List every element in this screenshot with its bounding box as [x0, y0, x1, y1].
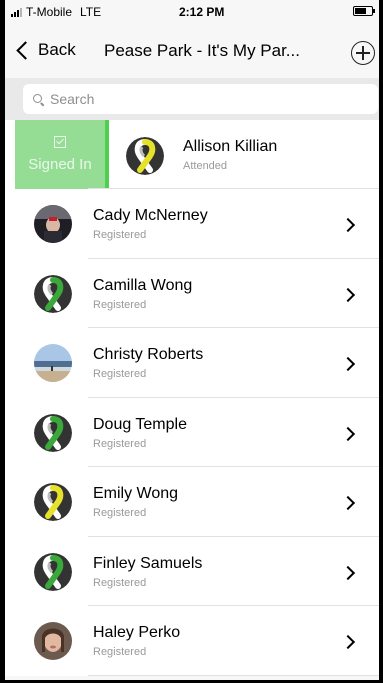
list-item[interactable]: Camilla Wong Registered [5, 258, 379, 328]
list-item[interactable]: Doug Temple Registered [5, 397, 379, 467]
avatar [34, 344, 72, 382]
add-button[interactable] [351, 41, 375, 65]
photo-person-dark-icon [34, 205, 72, 243]
chevron-right-icon [340, 287, 356, 302]
attendee-list: Signed In Allison Killian Attended Cady … [5, 120, 379, 676]
list-item-swiped[interactable]: Signed In Allison Killian Attended [5, 120, 379, 189]
avatar [34, 622, 72, 660]
ribbon-green-icon [34, 552, 72, 591]
chevron-right-icon [340, 217, 356, 233]
avatar [34, 205, 72, 243]
battery-icon [353, 6, 375, 16]
chevron-right-icon [340, 495, 356, 511]
avatar [34, 552, 72, 591]
ribbon-yellow-icon [126, 137, 164, 175]
attendee-name: Emily Wong [93, 485, 179, 502]
signal-icon [11, 7, 22, 17]
nav-bar: Back Pease Park - It's My Par... [5, 24, 379, 78]
chevron-right-icon [340, 356, 356, 372]
attendee-status: Registered [93, 229, 147, 241]
back-button[interactable]: Back [15, 40, 76, 60]
attendee-status: Registered [93, 507, 147, 519]
back-label: Back [38, 40, 76, 59]
app-frame: T-Mobile LTE 2:12 PM Back Pease Park - I… [5, 0, 379, 680]
avatar [34, 483, 72, 521]
attendee-name: Doug Temple [93, 415, 187, 433]
search-input[interactable]: Search [23, 84, 378, 114]
ribbon-green-icon [34, 274, 72, 313]
signed-in-label: Signed In [28, 156, 92, 173]
list-item[interactable]: Cady McNerney Registered [5, 189, 379, 259]
list-item[interactable]: Emily Wong Registered [5, 467, 379, 537]
attendee-name: Cady McNerney [93, 207, 208, 224]
network-label: LTE [80, 5, 102, 19]
attendee-status: Registered [93, 298, 147, 311]
list-item[interactable]: Finley Samuels Registered [5, 536, 379, 606]
attendee-name: Finley Samuels [93, 554, 203, 572]
chevron-right-icon [340, 426, 356, 441]
carrier-label: T-Mobile [26, 5, 73, 19]
status-bar: T-Mobile LTE 2:12 PM [5, 0, 379, 24]
signed-in-action[interactable]: Signed In [15, 120, 105, 189]
attendee-status: Attended [183, 160, 228, 172]
attendee-status: Registered [93, 368, 147, 380]
swipe-edge [105, 120, 109, 189]
page-title: Pease Park - It's My Par... [104, 41, 300, 60]
list-item[interactable]: Haley Perko Registered [5, 606, 379, 676]
search-bar: Search [5, 78, 379, 120]
chevron-right-icon [340, 565, 356, 580]
photo-beach-icon [34, 344, 72, 382]
avatar [34, 413, 72, 452]
attendee-status: Registered [93, 646, 147, 658]
checkbox-icon [54, 136, 66, 148]
ribbon-green-icon [34, 413, 72, 452]
chevron-right-icon [340, 634, 356, 650]
attendee-status: Registered [93, 437, 147, 450]
attendee-name: Christy Roberts [93, 346, 204, 363]
attendee-name: Haley Perko [93, 624, 181, 641]
photo-person-light-icon [34, 622, 72, 660]
list-item[interactable]: Christy Roberts Registered [5, 328, 379, 398]
status-time: 2:12 PM [179, 5, 225, 19]
attendee-status: Registered [93, 576, 147, 589]
avatar [126, 137, 164, 175]
search-placeholder: Search [50, 91, 95, 107]
avatar [34, 274, 72, 313]
ribbon-yellow-icon [34, 483, 72, 521]
search-icon [33, 93, 44, 105]
status-left: T-Mobile LTE [11, 5, 101, 19]
attendee-name: Camilla Wong [93, 276, 193, 294]
attendee-name: Allison Killian [183, 138, 278, 155]
chevron-left-icon [16, 40, 35, 60]
